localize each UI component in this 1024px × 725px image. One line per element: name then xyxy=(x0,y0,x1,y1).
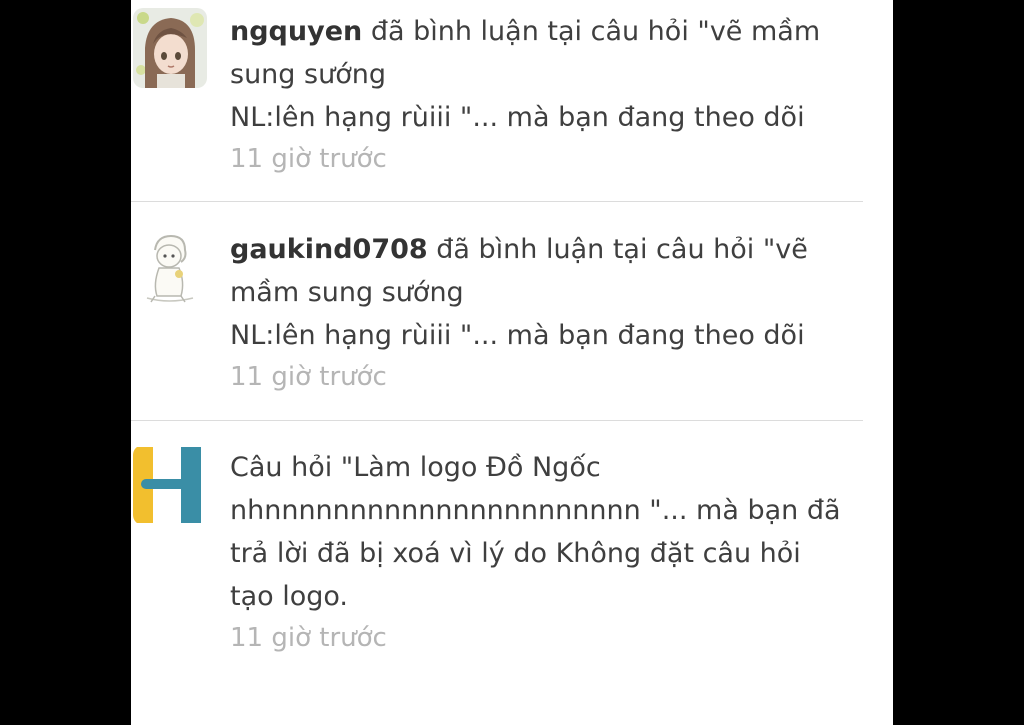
notification-time: 11 giờ trước xyxy=(230,362,387,392)
notification-time: 11 giờ trước xyxy=(230,144,387,174)
notification-time: 11 giờ trước xyxy=(230,623,387,653)
notification-item[interactable]: Câu hỏi "Làm logo Đồ Ngốc nhnnnnnnnnnnnn… xyxy=(131,421,893,725)
notification-item[interactable]: gaukind0708 đã bình luận tại câu hỏi "vẽ… xyxy=(131,202,893,421)
notification-detail: NL:lên hạng rùiii "... mà bạn đang theo … xyxy=(230,102,805,133)
notification-panel: ngquyen đã bình luận tại câu hỏi "vẽ mầm… xyxy=(131,0,893,725)
cartoon-sketch-avatar-icon[interactable] xyxy=(133,228,207,308)
notification-text: gaukind0708 đã bình luận tại câu hỏi "vẽ… xyxy=(230,228,850,397)
notification-detail: NL:lên hạng rùiii "... mà bạn đang theo … xyxy=(230,320,805,351)
username-link[interactable]: ngquyen xyxy=(230,16,362,47)
anime-girl-avatar-icon[interactable] xyxy=(133,8,207,88)
h-logo-icon xyxy=(133,445,207,525)
notification-message: Câu hỏi "Làm logo Đồ Ngốc nhnnnnnnnnnnnn… xyxy=(230,452,841,612)
notification-item[interactable]: ngquyen đã bình luận tại câu hỏi "vẽ mầm… xyxy=(131,0,893,202)
notification-text: Câu hỏi "Làm logo Đồ Ngốc nhnnnnnnnnnnnn… xyxy=(230,446,850,658)
notification-text: ngquyen đã bình luận tại câu hỏi "vẽ mầm… xyxy=(230,10,850,179)
username-link[interactable]: gaukind0708 xyxy=(230,234,428,265)
